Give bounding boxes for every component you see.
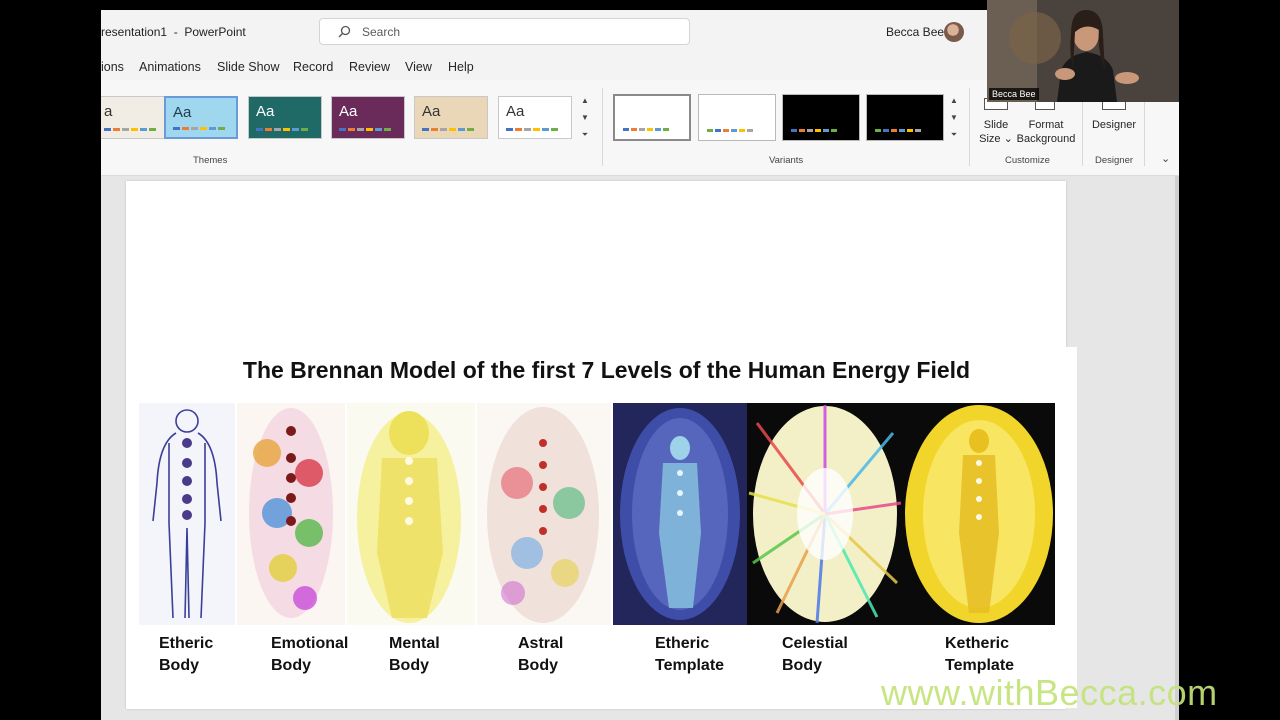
figure-label: Ketheric Template bbox=[945, 635, 1015, 674]
slide-editor: The Brennan Model of the first 7 Levels … bbox=[101, 176, 1179, 720]
presenter-video-icon bbox=[987, 0, 1179, 102]
theme-sample-text: Aa bbox=[256, 103, 275, 120]
customize-group-label: Customize bbox=[1005, 155, 1050, 166]
slide-canvas[interactable]: The Brennan Model of the first 7 Levels … bbox=[126, 181, 1077, 709]
figure-label: Emotional Body bbox=[271, 635, 349, 674]
scroll-down-icon[interactable]: ▼ bbox=[581, 111, 589, 125]
theme-color-swatches bbox=[422, 128, 474, 131]
divider bbox=[969, 88, 970, 166]
etheric-template-figure bbox=[613, 403, 747, 625]
designer-button[interactable]: Designer bbox=[1087, 118, 1141, 132]
variants-group-label: Variants bbox=[769, 155, 804, 166]
webcam-name-tag: Becca Bee bbox=[989, 88, 1039, 100]
more-variants-icon[interactable]: ⏷ bbox=[951, 128, 957, 142]
theme-color-swatches bbox=[506, 128, 558, 131]
theme-color-swatches bbox=[104, 128, 156, 131]
emotional-body-figure bbox=[237, 403, 345, 625]
chevron-down-icon: ⌄ bbox=[1003, 133, 1013, 145]
slide-size-button[interactable]: Slide Size ⌄ bbox=[973, 118, 1019, 146]
themes-group-label: Themes bbox=[193, 155, 228, 166]
search-placeholder: Search bbox=[362, 25, 401, 39]
celestial-body-figure bbox=[747, 403, 903, 625]
figure-label: Etheric Template bbox=[655, 635, 725, 674]
search-icon bbox=[338, 25, 351, 38]
figure-label: Etheric Body bbox=[159, 635, 214, 674]
slide-heading: The Brennan Model of the first 7 Levels … bbox=[242, 357, 971, 383]
powerpoint-window: resentation1 - PowerPoint Search Becca B… bbox=[101, 10, 1179, 720]
variant-3[interactable] bbox=[782, 94, 860, 141]
theme-sample-text: a bbox=[104, 103, 113, 120]
tab-view[interactable]: View bbox=[405, 60, 432, 74]
theme-color-swatches bbox=[173, 127, 225, 130]
tab-help[interactable]: Help bbox=[448, 60, 474, 74]
collapse-ribbon-icon[interactable]: ⌄ bbox=[1161, 152, 1170, 165]
themes-scroll: ▲ ▼ ⏷ bbox=[579, 94, 591, 142]
theme-thumbnail[interactable]: Aa bbox=[331, 96, 405, 139]
variants-scroll: ▲ ▼ ⏷ bbox=[948, 94, 960, 142]
tab-animations[interactable]: Animations bbox=[139, 60, 201, 74]
mental-body-figure bbox=[347, 403, 475, 625]
more-themes-icon[interactable]: ⏷ bbox=[582, 128, 588, 142]
figure-label: Astral Body bbox=[518, 635, 564, 674]
theme-sample-text: Aa bbox=[422, 103, 441, 120]
scroll-up-icon[interactable]: ▲ bbox=[581, 94, 589, 108]
search-input[interactable]: Search bbox=[319, 18, 690, 45]
figure-label: Mental Body bbox=[389, 635, 440, 674]
theme-thumbnail[interactable]: Aa bbox=[498, 96, 572, 139]
document-title: resentation1 - PowerPoint bbox=[101, 25, 246, 39]
astral-body-figure bbox=[477, 403, 611, 625]
theme-color-swatches bbox=[339, 128, 391, 131]
designer-group-label: Designer bbox=[1095, 155, 1134, 166]
theme-thumbnail[interactable]: Aa bbox=[414, 96, 488, 139]
tab-record[interactable]: Record bbox=[293, 60, 333, 74]
ketheric-template-figure bbox=[903, 403, 1055, 625]
scroll-up-icon[interactable]: ▲ bbox=[950, 94, 958, 108]
theme-thumbnail[interactable]: Aa bbox=[164, 96, 238, 139]
format-background-button[interactable]: Format Background bbox=[1015, 118, 1077, 146]
avatar[interactable] bbox=[944, 22, 964, 42]
tab-slide-show[interactable]: Slide Show bbox=[217, 60, 280, 74]
webcam-video: Becca Bee bbox=[987, 0, 1179, 102]
theme-thumbnail[interactable]: Aa bbox=[248, 96, 322, 139]
figure-label: Celestial Body bbox=[782, 635, 848, 674]
variant-2[interactable] bbox=[698, 94, 776, 141]
theme-sample-text: Aa bbox=[339, 103, 358, 120]
variant-4[interactable] bbox=[866, 94, 944, 141]
vertical-scrollbar[interactable] bbox=[1175, 176, 1179, 720]
theme-sample-text: Aa bbox=[506, 103, 525, 120]
tab-transitions[interactable]: ions bbox=[101, 60, 124, 74]
scroll-down-icon[interactable]: ▼ bbox=[950, 111, 958, 125]
theme-thumbnail[interactable]: a bbox=[101, 96, 170, 139]
divider bbox=[602, 88, 603, 166]
user-name[interactable]: Becca Bee bbox=[886, 25, 944, 39]
theme-sample-text: Aa bbox=[173, 104, 192, 121]
watermark: www.withBecca.com bbox=[881, 672, 1218, 713]
etheric-body-figure bbox=[139, 403, 235, 625]
tab-review[interactable]: Review bbox=[349, 60, 390, 74]
variant-1[interactable] bbox=[613, 94, 691, 141]
theme-color-swatches bbox=[256, 128, 308, 131]
